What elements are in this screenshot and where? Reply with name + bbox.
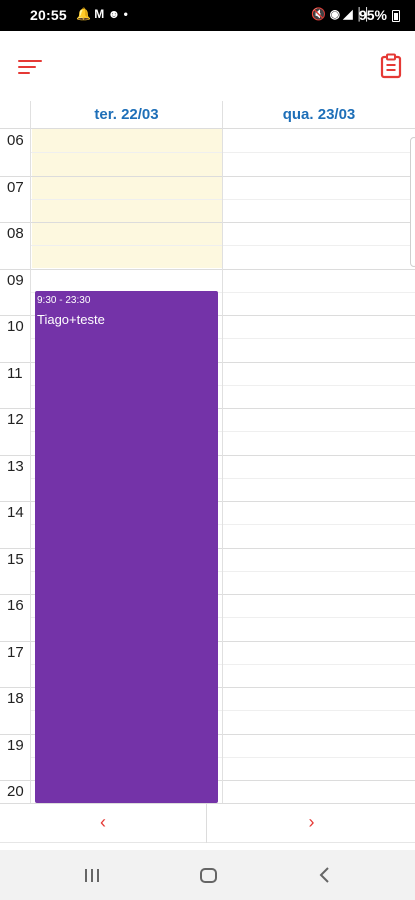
- app-bar: [0, 31, 415, 101]
- hour-label: 17: [7, 643, 24, 661]
- hour-label: 10: [7, 318, 24, 335]
- hour-label: 08: [7, 225, 24, 242]
- half-hour-line: [31, 152, 415, 154]
- back-icon: [319, 867, 329, 883]
- event-title: Tiago+teste: [37, 312, 105, 327]
- recents-button[interactable]: [85, 869, 101, 882]
- clipboard-button[interactable]: [379, 53, 403, 79]
- pager: ‹ ›: [0, 803, 415, 843]
- scroll-handle[interactable]: [410, 137, 415, 267]
- hour-label: 06: [7, 132, 24, 149]
- battery-icon: [392, 10, 400, 22]
- back-button[interactable]: [318, 866, 332, 884]
- recents-icon: [85, 869, 87, 882]
- hour-label: 07: [7, 178, 24, 196]
- hour-label: 13: [7, 457, 24, 475]
- chevron-left-icon: ‹: [100, 812, 106, 832]
- battery-level: 95%: [358, 7, 387, 23]
- day-header-2[interactable]: qua. 23/03: [223, 101, 415, 129]
- hour-label: 15: [7, 550, 24, 568]
- hour-line: [0, 268, 415, 270]
- menu-icon: [18, 60, 42, 62]
- hour-line: [0, 175, 415, 177]
- hour-label: 11: [7, 364, 23, 382]
- system-navigation-bar: [0, 850, 415, 900]
- hour-label: 09: [7, 271, 24, 289]
- hour-label: 12: [7, 411, 24, 428]
- chevron-right-icon: ›: [308, 812, 315, 832]
- event-block[interactable]: 9:30 - 23:30 Tiago+teste: [35, 291, 218, 803]
- status-time: 20:55: [30, 7, 67, 23]
- previous-button[interactable]: ‹: [0, 804, 207, 843]
- hour-label: 19: [7, 736, 24, 754]
- notification-icons: 🔔 M ☻ •: [76, 7, 128, 21]
- event-time: 9:30 - 23:30: [37, 295, 91, 306]
- home-button[interactable]: [200, 868, 217, 883]
- hour-label: 20: [7, 783, 24, 800]
- gutter-header: [0, 101, 31, 129]
- hour-label: 14: [7, 504, 24, 521]
- column-divider: [222, 129, 223, 803]
- half-hour-line: [31, 245, 415, 247]
- hour-line: [0, 222, 415, 223]
- menu-button[interactable]: [18, 55, 44, 75]
- next-button[interactable]: ›: [208, 804, 415, 843]
- week-calendar: ter. 22/03 qua. 23/03 06 07 08 09 10 11 12 13 14…: [0, 101, 415, 805]
- day-header-1[interactable]: ter. 22/03: [31, 101, 223, 129]
- hour-label: 16: [7, 597, 24, 614]
- half-hour-line: [31, 198, 415, 200]
- status-bar: 20:55 🔔 M ☻ • 🔇 ◉ ◢ ││ 95%: [0, 0, 415, 31]
- hour-label: 18: [7, 690, 24, 707]
- clipboard-icon: [380, 53, 402, 79]
